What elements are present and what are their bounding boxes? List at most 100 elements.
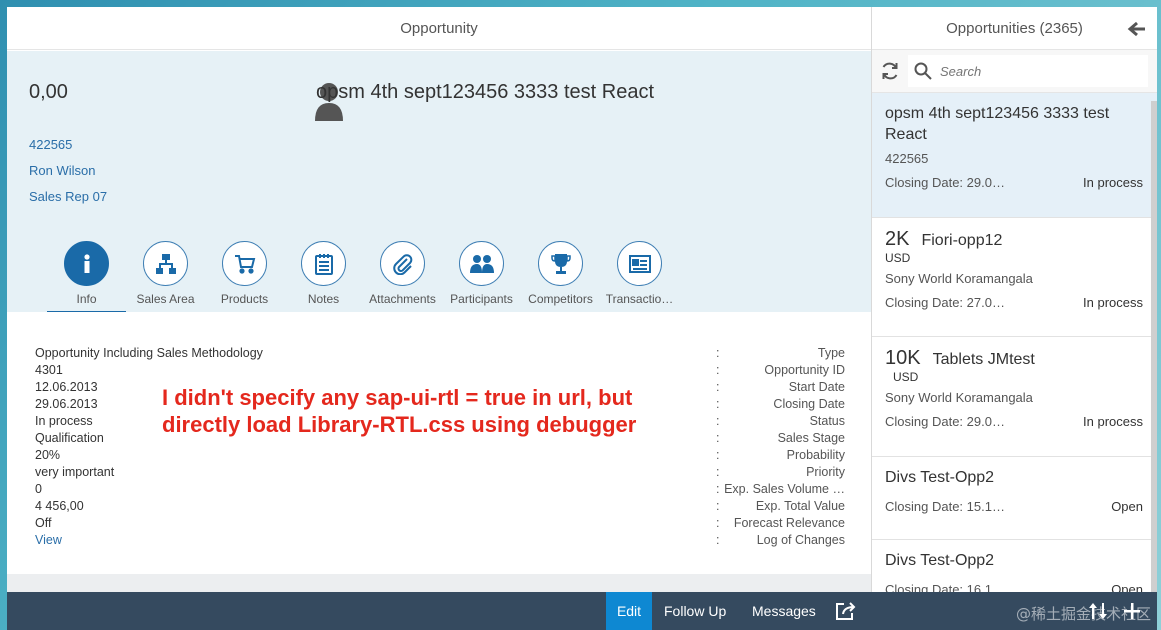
edit-button[interactable]: Edit — [606, 592, 652, 630]
footer-toolbar: Edit Follow Up Messages — [7, 592, 1157, 630]
hierarchy-icon — [155, 253, 176, 274]
trophy-icon — [550, 253, 571, 274]
tab-label: Info — [76, 292, 97, 306]
object-number: 0,00 — [29, 81, 68, 103]
list-item-closing-date: Closing Date: 27.0… — [885, 295, 1005, 310]
people-icon — [469, 254, 494, 273]
tab-label: Participants — [450, 292, 513, 306]
tab-competitors[interactable]: Competitors — [521, 241, 600, 312]
object-header: 0,00 opsm 4th sept123456 3333 test React… — [7, 51, 871, 314]
document-icon — [628, 254, 651, 273]
master-pane: Opportunities (2365) opsm 4th sept123456… — [871, 7, 1157, 592]
list-item[interactable]: Divs Test-Opp2 Closing Date: 16.1… Open — [872, 540, 1157, 592]
value-opportunity-id: 4301 — [35, 363, 63, 377]
icon-tab-bar: Info Sales Area Products Notes Attachmen… — [47, 241, 679, 314]
value-type: Opportunity Including Sales Methodology — [35, 346, 263, 360]
share-button[interactable] — [835, 592, 857, 630]
master-title: Opportunities (2365) — [946, 19, 1083, 37]
detail-pane: Opportunity 0,00 opsm 4th sept123456 333… — [7, 7, 871, 592]
form-colons: :::::::::::: — [716, 346, 720, 547]
form-values: Opportunity Including Sales Methodology … — [35, 345, 263, 549]
label-probability: Probability — [786, 448, 845, 462]
tab-notes[interactable]: Notes — [284, 241, 363, 312]
watermark: @稀土掘金技术社区 — [1015, 605, 1151, 623]
tab-products[interactable]: Products — [205, 241, 284, 312]
app-shell: Opportunity 0,00 opsm 4th sept123456 333… — [7, 7, 1157, 630]
tab-label: Sales Area — [136, 292, 195, 306]
label-sales-stage: Sales Stage — [777, 431, 845, 445]
value-exp-total-value: 4 456,00 — [35, 499, 84, 513]
info-icon — [83, 253, 90, 273]
tab-info[interactable]: Info — [47, 241, 126, 314]
label-status: Status — [809, 414, 845, 428]
tab-transactions[interactable]: Transactio… — [600, 241, 679, 312]
label-log-of-changes: Log of Changes — [756, 533, 845, 547]
search-field[interactable] — [908, 55, 1148, 87]
list-item-status: In process — [1083, 414, 1143, 429]
object-attribute-id: 422565 — [29, 137, 73, 152]
value-forecast-relevance: Off — [35, 516, 52, 530]
label-closing-date: Closing Date — [773, 397, 845, 411]
label-priority: Priority — [806, 465, 845, 479]
list-item-number: 10K — [885, 347, 921, 369]
list-item-status: Open — [1111, 582, 1143, 592]
list-item-attribute: Sony World Koramangala — [885, 271, 1033, 286]
annotation-text: I didn't specify any sap-ui-rtl = true i… — [162, 384, 636, 438]
value-priority: very important — [35, 465, 115, 479]
messages-button[interactable]: Messages — [752, 592, 816, 630]
master-header: Opportunities (2365) — [872, 7, 1157, 50]
share-icon — [836, 602, 856, 620]
label-exp-total-value: Exp. Total Value — [755, 499, 845, 513]
search-bar — [872, 50, 1157, 93]
list-item[interactable]: 2K Fiori-opp12 USD Sony World Koramangal… — [872, 218, 1157, 337]
scrollbar[interactable] — [1151, 101, 1157, 592]
back-arrow-icon[interactable] — [1127, 19, 1147, 39]
follow-up-button[interactable]: Follow Up — [664, 592, 726, 630]
value-exp-sales-volume: 0 — [35, 482, 42, 496]
list-item-closing-date: Closing Date: 29.0… — [885, 414, 1005, 429]
tab-label: Products — [220, 292, 269, 306]
label-opportunity-id: Opportunity ID — [764, 363, 845, 377]
tab-label: Competitors — [528, 292, 593, 306]
list-item-title: opsm 4th sept123456 3333 test React — [885, 105, 1110, 143]
content-gap — [7, 574, 871, 592]
page-title: Opportunity — [400, 19, 478, 37]
list-item-status: In process — [1083, 295, 1143, 310]
list-item-closing-date: Closing Date: 15.1… — [885, 499, 1005, 514]
tab-participants[interactable]: Participants — [442, 241, 521, 312]
list-item-title: Tablets JMtest — [932, 351, 1035, 368]
annotation-line: directly load Library-RTL.css using debu… — [162, 412, 637, 437]
list-item-status: Open — [1111, 499, 1143, 514]
refresh-icon[interactable] — [880, 61, 900, 81]
label-type: Type — [817, 346, 845, 360]
list-item-closing-date: Closing Date: 29.0… — [885, 175, 1005, 190]
label-exp-sales-volume: Exp. Sales Volume … — [724, 482, 845, 496]
list-item-closing-date: Closing Date: 16.1… — [885, 582, 1005, 592]
list-item-title: Fiori-opp12 — [921, 232, 1003, 249]
tab-sales-area[interactable]: Sales Area — [126, 241, 205, 312]
cart-icon — [234, 254, 255, 274]
list-item-attribute: 422565 — [885, 151, 929, 166]
list-item-title: Divs Test-Opp2 — [885, 552, 995, 569]
tab-label: Attachments — [369, 292, 436, 306]
notes-icon — [314, 253, 333, 275]
search-input[interactable] — [940, 63, 1140, 79]
list-item[interactable]: Divs Test-Opp2 Closing Date: 15.1… Open — [872, 457, 1157, 540]
search-icon — [914, 62, 932, 80]
object-attribute-owner[interactable]: Ron Wilson — [29, 163, 95, 178]
list-item-unit: USD — [885, 251, 911, 265]
list-item[interactable]: opsm 4th sept123456 3333 test React 4225… — [872, 93, 1157, 218]
form-labels: Type Opportunity ID Start Date Closing D… — [724, 345, 845, 549]
list-item-unit: USD — [893, 370, 919, 384]
object-attribute-org[interactable]: Sales Rep 07 — [29, 189, 107, 204]
tab-label: Transactio… — [605, 292, 674, 306]
label-forecast-relevance: Forecast Relevance — [733, 516, 845, 530]
info-form: Opportunity Including Sales Methodology … — [7, 312, 871, 574]
view-log-link[interactable]: View — [35, 532, 263, 549]
list-item-number: 2K — [885, 228, 910, 250]
annotation-line: I didn't specify any sap-ui-rtl = true i… — [162, 385, 633, 410]
tab-label: Notes — [307, 292, 340, 306]
list-item-status: In process — [1083, 175, 1143, 190]
tab-attachments[interactable]: Attachments — [363, 241, 442, 312]
list-item[interactable]: 10K Tablets JMtest USD Sony World Korama… — [872, 337, 1157, 457]
